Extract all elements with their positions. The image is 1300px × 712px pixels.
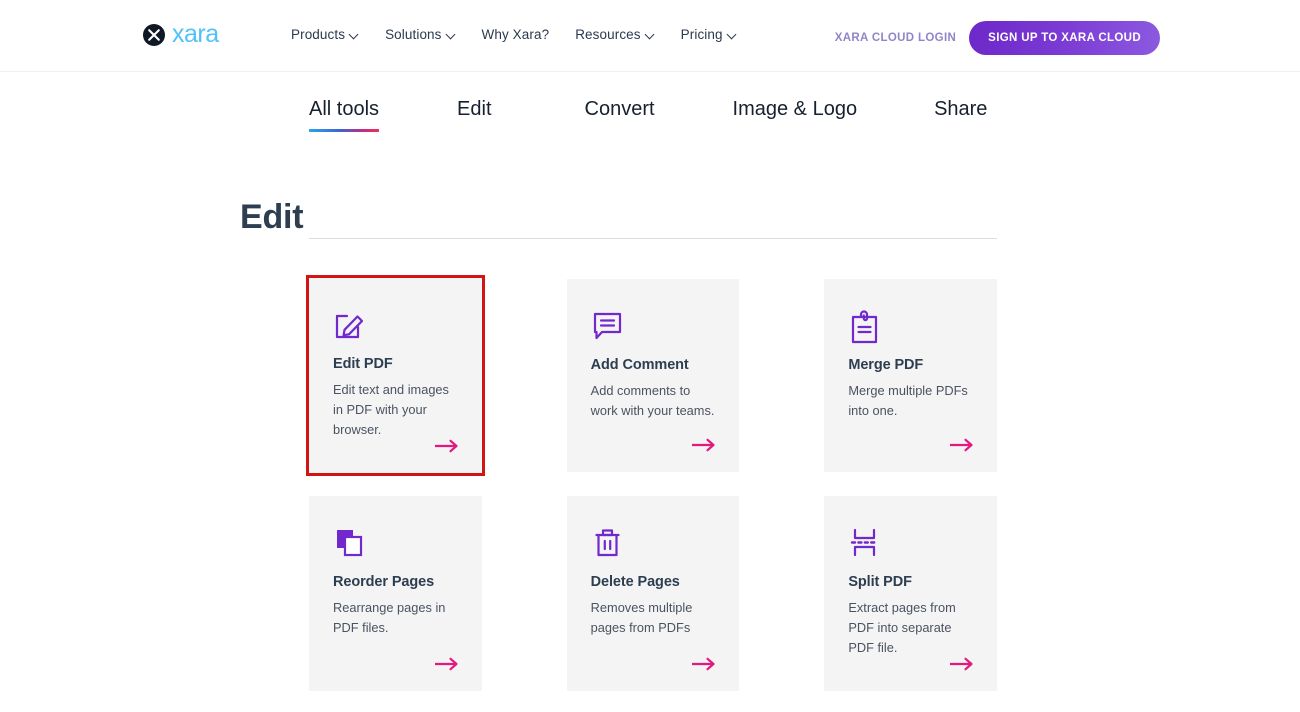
tab-edit[interactable]: Edit: [457, 98, 491, 132]
tab-label: Image & Logo: [732, 98, 858, 120]
nav-item-label: Solutions: [385, 27, 442, 42]
main-navigation: Products Solutions Why Xara? Resources P…: [291, 27, 737, 42]
speech-bubble-comment-icon: [591, 309, 716, 345]
tab-all-tools[interactable]: All tools: [309, 98, 380, 132]
clipboard-merge-icon: [848, 309, 973, 345]
tabs-divider: [309, 238, 997, 239]
nav-item-pricing[interactable]: Pricing: [681, 27, 737, 42]
svg-text:xara: xara: [172, 22, 219, 48]
stacked-pages-icon: [333, 526, 458, 562]
tool-card-edit-pdf[interactable]: Edit PDF Edit text and images in PDF wit…: [306, 275, 485, 476]
trash-can-icon: [591, 526, 716, 562]
arrow-right-icon[interactable]: [691, 657, 717, 671]
card-description: Merge multiple PDFs into one.: [848, 383, 968, 418]
card-title: Add Comment: [590, 357, 689, 373]
xara-x-circle-icon: [143, 24, 165, 51]
pencil-edit-square-icon: [333, 308, 458, 344]
card-description: Extract pages from PDF into separate PDF…: [848, 600, 956, 655]
chevron-down-icon: [646, 31, 655, 40]
tab-share[interactable]: Share: [934, 98, 987, 132]
xara-logo[interactable]: xara: [143, 20, 242, 53]
xara-cloud-login-link[interactable]: XARA CLOUD LOGIN: [835, 32, 956, 44]
card-description: Edit text and images in PDF with your br…: [333, 382, 449, 437]
site-header: xara Products Solutions Why Xara? Resour…: [0, 0, 1300, 72]
arrow-right-icon[interactable]: [948, 438, 975, 452]
arrow-right-icon[interactable]: [433, 439, 460, 453]
sign-up-to-xara-cloud-button[interactable]: SIGN UP TO XARA CLOUD: [969, 21, 1160, 55]
card-title: Edit PDF: [333, 356, 393, 372]
page-title: Edit: [240, 198, 304, 236]
nav-item-label: Why Xara?: [481, 27, 550, 42]
nav-item-solutions[interactable]: Solutions: [385, 27, 455, 42]
nav-item-resources[interactable]: Resources: [575, 27, 654, 42]
tab-convert[interactable]: Convert: [585, 98, 655, 132]
tools-card-grid: Edit PDF Edit text and images in PDF wit…: [306, 275, 998, 691]
card-title: Reorder Pages: [333, 574, 435, 590]
chevron-down-icon: [350, 31, 359, 40]
arrow-right-icon[interactable]: [691, 438, 717, 452]
tool-card-add-comment[interactable]: Add Comment Add comments to work with yo…: [566, 279, 740, 472]
card-row-2: Reorder Pages Rearrange pages in PDF fil…: [309, 496, 998, 691]
card-title: Merge PDF: [848, 357, 924, 373]
card-description: Removes multiple pages from PDFs: [590, 600, 693, 635]
tools-tabs: All tools Edit Convert Image & Logo Shar…: [309, 98, 987, 132]
tab-label: All tools: [309, 98, 380, 120]
header-actions: XARA CLOUD LOGIN SIGN UP TO XARA CLOUD: [835, 21, 1160, 55]
nav-item-why-xara[interactable]: Why Xara?: [482, 27, 550, 42]
tool-card-delete-pages[interactable]: Delete Pages Removes multiple pages from…: [566, 496, 740, 691]
xara-wordmark: xara: [172, 20, 242, 53]
chevron-down-icon: [447, 31, 456, 40]
tab-label: Convert: [584, 98, 655, 120]
arrow-right-icon[interactable]: [948, 657, 975, 671]
nav-item-label: Pricing: [680, 27, 723, 42]
nav-item-products[interactable]: Products: [291, 27, 359, 42]
tab-label: Edit: [457, 98, 492, 120]
card-description: Add comments to work with your teams.: [590, 383, 715, 418]
tool-card-split-pdf[interactable]: Split PDF Extract pages from PDF into se…: [824, 496, 998, 691]
nav-item-label: Products: [291, 27, 346, 42]
arrow-right-icon[interactable]: [433, 657, 460, 671]
tab-image-and-logo[interactable]: Image & Logo: [733, 98, 858, 132]
chevron-down-icon: [728, 31, 737, 40]
card-title: Delete Pages: [590, 574, 680, 590]
card-row-1: Edit PDF Edit text and images in PDF wit…: [306, 275, 998, 476]
card-title: Split PDF: [848, 574, 912, 590]
tool-card-merge-pdf[interactable]: Merge PDF Merge multiple PDFs into one.: [824, 279, 998, 472]
card-description: Rearrange pages in PDF files.: [333, 600, 446, 635]
split-dashed-icon: [848, 526, 973, 562]
nav-item-label: Resources: [575, 27, 641, 42]
tab-label: Share: [934, 98, 988, 120]
tool-card-reorder-pages[interactable]: Reorder Pages Rearrange pages in PDF fil…: [309, 496, 482, 691]
